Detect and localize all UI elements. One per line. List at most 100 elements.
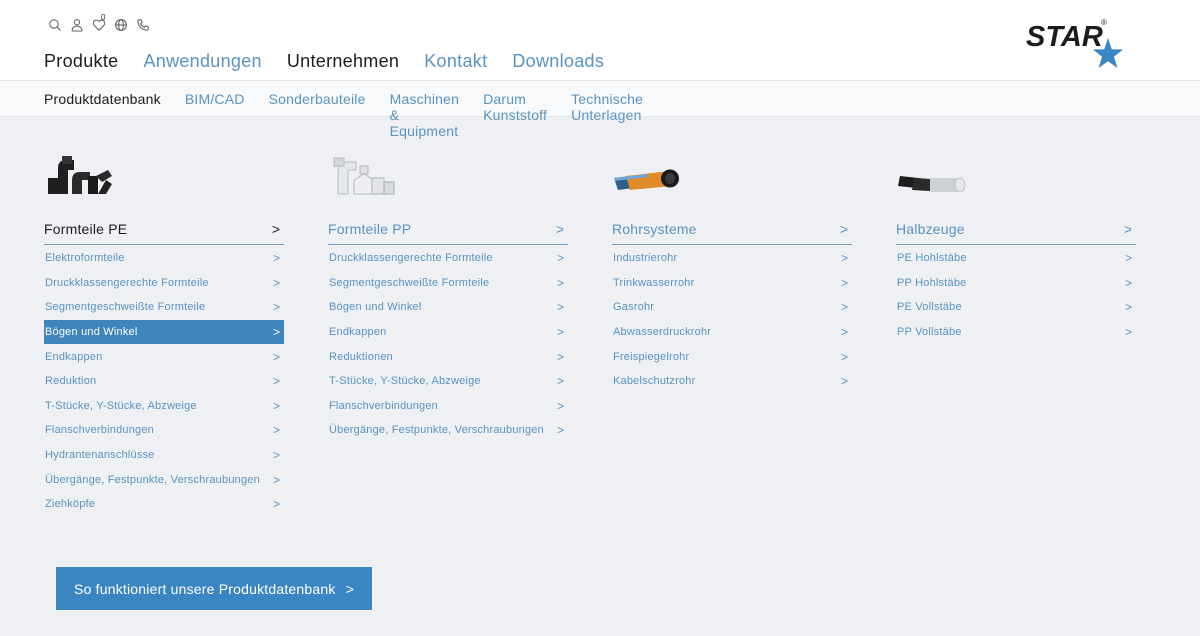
list-item[interactable]: Industrierohr > xyxy=(612,246,852,271)
list-item[interactable]: Hydrantenanschlüsse > xyxy=(44,443,284,468)
list-item[interactable]: Elektroformteile > xyxy=(44,246,284,271)
chevron-right-icon: > xyxy=(840,374,848,389)
list-item-label: PE Hohlstäbe xyxy=(897,252,967,265)
produktdatenbank-info-button[interactable]: So funktioniert unsere Produktdatenbank … xyxy=(56,567,372,610)
column-halbzeuge: Halbzeuge > PE Hohlstäbe > PP Hohlstäbe > … xyxy=(896,150,1136,339)
chevron-right-icon: > xyxy=(272,300,280,315)
main-nav-produkte[interactable]: Produkte xyxy=(44,50,118,72)
heart-icon[interactable]: 0 xyxy=(92,13,106,32)
chevron-right-icon: > xyxy=(1124,325,1132,340)
column-title: Halbzeuge xyxy=(896,221,965,237)
list-item-label: Flanschverbindungen xyxy=(329,399,438,412)
list-item-label: Abwasserdruckrohr xyxy=(613,326,712,339)
column-rohrsysteme: Rohrsysteme > Industrierohr > Trinkwasser… xyxy=(612,150,852,388)
list-item[interactable]: Segmentgeschweißte Formteile > xyxy=(328,271,568,296)
list-item[interactable]: Freispiegelrohr > xyxy=(612,344,852,369)
list-item-label: Gasrohr xyxy=(613,301,655,314)
list-item[interactable]: Flanschverbindungen > xyxy=(328,394,568,419)
list-item[interactable]: Ziehköpfe > xyxy=(44,492,284,517)
chevron-right-icon: > xyxy=(272,497,280,512)
list-item-label: PP Vollstäbe xyxy=(897,326,962,339)
search-icon[interactable] xyxy=(48,18,62,32)
list-item-label: Endkappen xyxy=(45,350,103,363)
list-item[interactable]: Endkappen > xyxy=(44,344,284,369)
halbzeuge-image xyxy=(898,176,966,193)
list-item-label: Hydrantenanschlüsse xyxy=(45,449,155,462)
chevron-right-icon: > xyxy=(839,221,848,237)
list-item-label: Druckklassengerechte Formteile xyxy=(329,252,493,265)
list-item[interactable]: T-Stücke, Y-Stücke, Abzweige > xyxy=(328,369,568,394)
column-items: Druckklassengerechte Formteile > Segmentg… xyxy=(328,246,568,443)
chevron-right-icon: > xyxy=(272,349,280,364)
chevron-right-icon: > xyxy=(840,325,848,340)
sub-nav: Produktdatenbank BIM/CAD Sonderbauteile … xyxy=(0,80,1200,139)
list-item[interactable]: Reduktionen > xyxy=(328,344,568,369)
chevron-right-icon: > xyxy=(840,349,848,364)
main-nav-anwendungen[interactable]: Anwendungen xyxy=(143,50,261,72)
list-item[interactable]: Gasrohr > xyxy=(612,295,852,320)
globe-icon[interactable] xyxy=(114,18,128,32)
list-item-label: Endkappen xyxy=(329,326,387,339)
list-item-label: Segmentgeschweißte Formteile xyxy=(45,301,206,314)
list-item[interactable]: PP Vollstäbe > xyxy=(896,320,1136,345)
main-nav: Produkte Anwendungen Unternehmen Kontakt… xyxy=(44,50,604,72)
list-item[interactable]: PP Hohlstäbe > xyxy=(896,271,1136,296)
phone-icon[interactable] xyxy=(136,18,150,32)
list-item[interactable]: Abwasserdruckrohr > xyxy=(612,320,852,345)
list-item[interactable]: Übergänge, Festpunkte, Verschraubungen > xyxy=(44,467,284,492)
header: 0 Produkte Anwendungen Unternehmen Konta… xyxy=(0,0,1200,80)
column-head-rohrsysteme[interactable]: Rohrsysteme > xyxy=(612,220,852,245)
column-head-formteile-pp[interactable]: Formteile PP > xyxy=(328,220,568,245)
chevron-right-icon: > xyxy=(840,275,848,290)
sub-nav-produktdatenbank[interactable]: Produktdatenbank xyxy=(44,91,161,139)
chevron-right-icon: > xyxy=(1124,251,1132,266)
column-head-formteile-pe[interactable]: Formteile PE > xyxy=(44,220,284,245)
list-item[interactable]: PE Vollstäbe > xyxy=(896,295,1136,320)
sub-nav-maschinen-equipment[interactable]: Maschinen & Equipment xyxy=(390,91,460,139)
list-item[interactable]: Segmentgeschweißte Formteile > xyxy=(44,295,284,320)
column-title: Formteile PE xyxy=(44,221,128,237)
list-item-label: Flanschverbindungen xyxy=(45,424,154,437)
sub-nav-darum-kunststoff[interactable]: Darum Kunststoff xyxy=(483,91,547,139)
sub-nav-sonderbauteile[interactable]: Sonderbauteile xyxy=(269,91,366,139)
user-icon[interactable] xyxy=(70,18,84,32)
list-item[interactable]: PE Hohlstäbe > xyxy=(896,246,1136,271)
list-item[interactable]: Übergänge, Festpunkte, Verschraubungen > xyxy=(328,418,568,443)
list-item-active[interactable]: Bögen und Winkel > xyxy=(44,319,284,345)
chevron-right-icon: > xyxy=(272,374,280,389)
list-item[interactable]: Druckklassengerechte Formteile > xyxy=(44,271,284,296)
main-nav-unternehmen[interactable]: Unternehmen xyxy=(287,50,399,72)
chevron-right-icon: > xyxy=(272,448,280,463)
list-item-label: Übergänge, Festpunkte, Verschraubungen xyxy=(45,473,260,486)
chevron-right-icon: > xyxy=(556,423,564,438)
star-logo[interactable]: STAR ® xyxy=(1024,14,1128,72)
list-item[interactable]: T-Stücke, Y-Stücke, Abzweige > xyxy=(44,394,284,419)
list-item-label: PP Hohlstäbe xyxy=(897,276,967,289)
chevron-right-icon: > xyxy=(840,300,848,315)
column-head-halbzeuge[interactable]: Halbzeuge > xyxy=(896,220,1136,245)
chevron-right-icon: > xyxy=(556,349,564,364)
list-item-label: Elektroformteile xyxy=(45,252,125,265)
list-item-label: Druckklassengerechte Formteile xyxy=(45,276,209,289)
chevron-right-icon: > xyxy=(272,275,280,290)
list-item[interactable]: Reduktion > xyxy=(44,369,284,394)
chevron-right-icon: > xyxy=(556,275,564,290)
list-item[interactable]: Kabelschutzrohr > xyxy=(612,369,852,394)
list-item[interactable]: Endkappen > xyxy=(328,320,568,345)
list-item-label: Trinkwasserrohr xyxy=(613,276,695,289)
rohrsysteme-image xyxy=(614,169,679,190)
list-item[interactable]: Flanschverbindungen > xyxy=(44,418,284,443)
sub-nav-bim-cad[interactable]: BIM/CAD xyxy=(185,91,245,139)
list-item[interactable]: Bögen und Winkel > xyxy=(328,295,568,320)
list-item[interactable]: Druckklassengerechte Formteile > xyxy=(328,246,568,271)
chevron-right-icon: > xyxy=(556,398,564,413)
chevron-right-icon: > xyxy=(271,221,280,237)
list-item[interactable]: Trinkwasserrohr > xyxy=(612,271,852,296)
main-nav-downloads[interactable]: Downloads xyxy=(512,50,604,72)
sub-nav-technische-unterlagen[interactable]: Technische Unterlagen xyxy=(571,91,643,139)
chevron-right-icon: > xyxy=(272,325,280,340)
main-nav-kontakt[interactable]: Kontakt xyxy=(424,50,487,72)
chevron-right-icon: > xyxy=(556,325,564,340)
column-formteile-pe: Formteile PE > Elektroformteile > Druckkl… xyxy=(44,150,284,511)
chevron-right-icon: > xyxy=(1123,221,1132,237)
